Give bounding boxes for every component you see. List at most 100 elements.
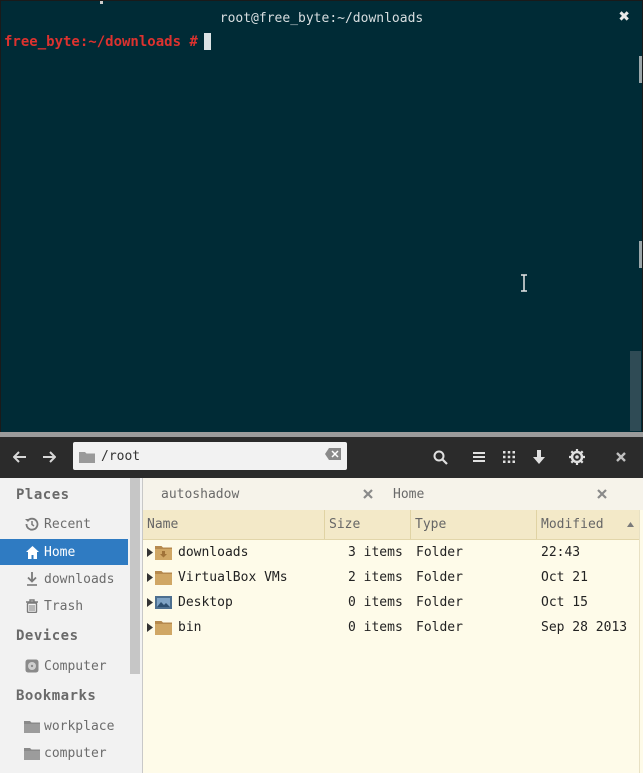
sidebar-item-home[interactable]: Home [0, 539, 128, 565]
terminal-scrollbar[interactable] [630, 351, 641, 431]
gear-icon [569, 449, 585, 465]
close-button[interactable] [608, 445, 634, 469]
desktop-folder-icon [155, 596, 172, 609]
column-label: Size [329, 517, 361, 532]
sidebar-item-label: workplace [44, 718, 115, 734]
file-name: bin [178, 620, 202, 635]
grid-view-button[interactable] [496, 445, 522, 469]
file-list: Name Size Type Modified downloads 3 item… [143, 510, 643, 773]
list-item[interactable]: Desktop 0 items Folder Oct 15 [143, 591, 640, 616]
sidebar-item-recent[interactable]: Recent [0, 511, 128, 537]
sidebar-item-label: Home [44, 544, 76, 560]
sidebar-item-label: Trash [44, 598, 84, 614]
scrollbar-marker [639, 56, 642, 83]
terminal-window[interactable]: root@free_byte:~/downloads ✖ free_byte:~… [0, 0, 643, 434]
sidebar-item-computer-bookmark[interactable]: computer [0, 740, 128, 766]
expander-arrow-icon[interactable] [147, 623, 153, 632]
file-type: Folder [416, 570, 463, 585]
text-cursor [203, 33, 211, 50]
terminal-prompt-line: free_byte:~/downloads # [4, 33, 211, 50]
ibeam-cursor-icon [521, 274, 527, 292]
devices-header: Devices [16, 628, 79, 644]
file-modified: Oct 15 [541, 595, 588, 610]
list-item[interactable]: bin 0 items Folder Sep 28 2013 [143, 616, 640, 641]
places-header: Places [16, 487, 70, 503]
terminal-title: root@free_byte:~/downloads [219, 10, 424, 26]
forward-icon [43, 451, 56, 463]
folder-icon [155, 571, 172, 585]
trash-icon [24, 598, 40, 614]
tab-autoshadow[interactable]: autoshadow [143, 478, 378, 510]
sidebar-item-label: Recent [44, 516, 91, 532]
close-tab-icon[interactable] [597, 489, 607, 499]
sidebar-item-downloads[interactable]: downloads [0, 566, 128, 592]
search-icon [433, 450, 448, 465]
terminal-titlebar: root@free_byte:~/downloads ✖ [1, 1, 642, 35]
folder-icon [79, 451, 95, 463]
sidebar-item-label: Computer [44, 658, 107, 674]
places-sidebar: Places Recent Home downloads Trash Devic… [0, 478, 143, 773]
list-item[interactable]: downloads 3 items Folder 22:43 [143, 541, 640, 566]
file-name: VirtualBox VMs [178, 570, 288, 585]
column-label: Type [415, 517, 447, 532]
sidebar-item-label: downloads [44, 571, 115, 587]
list-item[interactable]: VirtualBox VMs 2 items Folder Oct 21 [143, 566, 640, 591]
column-modified[interactable]: Modified [537, 510, 640, 539]
bookmarks-header: Bookmarks [16, 688, 97, 704]
sort-ascending-icon [627, 522, 634, 527]
folder-icon [155, 621, 172, 635]
column-size[interactable]: Size [325, 510, 411, 539]
drive-icon [24, 658, 40, 674]
download-button[interactable] [526, 445, 552, 469]
sidebar-item-workplace[interactable]: workplace [0, 713, 128, 739]
tab-bar: autoshadow Home [143, 478, 643, 510]
expander-arrow-icon[interactable] [147, 598, 153, 607]
column-label: Modified [541, 517, 604, 532]
home-icon [24, 544, 40, 560]
sidebar-item-computer[interactable]: Computer [0, 653, 128, 679]
location-path: /root [101, 448, 141, 464]
file-modified: 22:43 [541, 545, 581, 560]
list-view-button[interactable] [466, 445, 492, 469]
column-name[interactable]: Name [143, 510, 325, 539]
terminal-prompt: free_byte:~/downloads # [4, 33, 198, 50]
expander-arrow-icon[interactable] [147, 548, 153, 557]
tab-label: autoshadow [161, 486, 240, 502]
file-manager-window: /root Places Recent Home downloads Trash… [0, 437, 643, 773]
file-type: Folder [416, 545, 463, 560]
file-size: 3 items [348, 545, 403, 560]
column-type[interactable]: Type [411, 510, 537, 539]
list-view-icon [473, 452, 485, 462]
file-size: 0 items [348, 620, 403, 635]
location-bar[interactable]: /root [73, 442, 347, 470]
list-border [639, 510, 640, 773]
downloads-icon [24, 571, 40, 587]
toolbar: /root [0, 437, 643, 478]
file-modified: Oct 21 [541, 570, 588, 585]
file-modified: Sep 28 2013 [541, 620, 628, 635]
search-button[interactable] [427, 445, 453, 469]
download-icon [533, 450, 545, 464]
back-icon [13, 451, 26, 463]
file-type: Folder [416, 620, 463, 635]
column-header-row: Name Size Type Modified [143, 510, 640, 540]
tab-home[interactable]: Home [375, 478, 615, 510]
downloads-folder-icon [155, 546, 172, 560]
file-size: 0 items [348, 595, 403, 610]
back-button[interactable] [7, 445, 33, 469]
terminal-close-icon[interactable]: ✖ [618, 9, 630, 25]
sidebar-item-trash[interactable]: Trash [0, 593, 128, 619]
column-label: Name [147, 517, 179, 532]
recent-icon [24, 516, 40, 532]
grid-view-icon [503, 451, 515, 463]
clear-location-icon[interactable] [325, 448, 341, 460]
forward-button[interactable] [36, 445, 62, 469]
settings-button[interactable] [564, 445, 590, 469]
file-type: Folder [416, 595, 463, 610]
sidebar-scrollbar[interactable] [130, 478, 140, 674]
expander-arrow-icon[interactable] [147, 573, 153, 582]
file-name: downloads [178, 545, 249, 560]
close-tab-icon[interactable] [363, 489, 373, 499]
file-name: Desktop [178, 595, 233, 610]
file-size: 2 items [348, 570, 403, 585]
